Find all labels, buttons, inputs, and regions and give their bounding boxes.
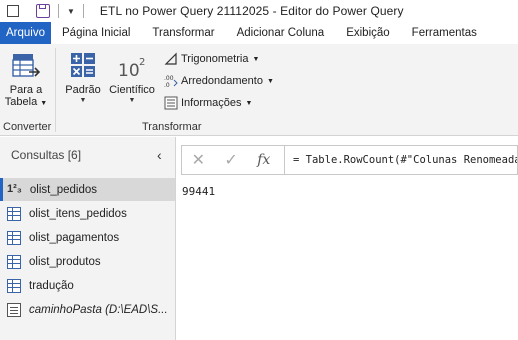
svg-text:2: 2 — [139, 57, 145, 68]
formula-bar: ✕ ✓ fx = Table.RowCount(#"Colunas Renome… — [181, 145, 518, 175]
svg-text:.0: .0 — [164, 82, 170, 88]
query-item-traducao[interactable]: tradução — [0, 274, 175, 297]
query-item-caminho-pasta[interactable]: caminhoPasta (D:\EAD\S... — [0, 298, 175, 321]
trigonometria-label: Trigonometria — [181, 53, 249, 65]
query-item-olist-produtos[interactable]: olist_produtos — [0, 250, 175, 273]
svg-text:.00: .00 — [164, 75, 174, 82]
main-area: ✕ ✓ fx = Table.RowCount(#"Colunas Renome… — [177, 137, 518, 340]
cientifico-button[interactable]: 10 2 Científico ▼ — [106, 50, 158, 105]
title-separator — [58, 4, 59, 18]
tab-transformar[interactable]: Transformar — [141, 22, 225, 44]
query-item-label: olist_produtos — [29, 255, 101, 268]
number-icon: 1²₃ — [7, 182, 22, 195]
cientifico-dropdown-icon: ▼ — [128, 97, 136, 104]
triangle-icon — [164, 52, 177, 65]
para-tabela-label-2: Tabela ▼ — [4, 96, 48, 108]
scalar-result-value: 99441 — [182, 185, 216, 198]
title-bar: ▼ ETL no Power Query 21112025 - Editor d… — [0, 0, 518, 22]
exponent-icon: 10 2 — [118, 57, 145, 81]
fx-icon[interactable]: fx — [247, 152, 280, 168]
ribbon-tabs: Arquivo Página Inicial Transformar Adici… — [0, 22, 518, 44]
table-icon — [7, 254, 21, 269]
app-icon — [6, 4, 20, 18]
save-icon[interactable] — [36, 4, 50, 18]
svg-text:10: 10 — [118, 61, 140, 81]
to-table-icon — [12, 54, 41, 77]
ribbon: Para a Tabela ▼ Converter Padrão ▼ 10 2 … — [0, 44, 518, 136]
para-tabela-label-1: Para a — [9, 84, 43, 96]
query-item-label: caminhoPasta (D:\EAD\S... — [29, 303, 168, 316]
group-label-converter: Converter — [3, 121, 52, 133]
query-item-label: olist_pagamentos — [29, 231, 120, 244]
informacoes-dropdown-icon: ▼ — [245, 99, 253, 107]
informacoes-button[interactable]: Informações ▼ — [164, 94, 252, 112]
collapse-pane-chevron-icon[interactable]: ‹ — [157, 147, 162, 163]
para-tabela-button[interactable]: Para a Tabela ▼ — [4, 50, 48, 110]
query-item-olist-pagamentos[interactable]: olist_pagamentos — [0, 226, 175, 249]
arredondamento-dropdown-icon: ▼ — [266, 77, 274, 85]
queries-pane-header: Consultas [6] — [11, 148, 82, 162]
trigonometria-dropdown-icon: ▼ — [252, 55, 260, 63]
trigonometria-button[interactable]: Trigonometria ▼ — [164, 50, 259, 68]
group-separator — [55, 48, 56, 132]
cientifico-label: Científico — [109, 84, 155, 96]
calculator-icon — [71, 53, 95, 77]
quick-access-dropdown-icon[interactable]: ▼ — [67, 7, 75, 16]
tab-exibicao[interactable]: Exibição — [335, 22, 400, 44]
tab-adicionar-coluna[interactable]: Adicionar Coluna — [226, 22, 336, 44]
query-item-olist-itens-pedidos[interactable]: olist_itens_pedidos — [0, 202, 175, 225]
table-icon — [7, 206, 21, 221]
tab-pagina-inicial[interactable]: Página Inicial — [51, 22, 141, 44]
rounding-icon: .00 .0 — [164, 75, 178, 88]
padrao-label: Padrão — [65, 84, 101, 96]
padrao-dropdown-icon: ▼ — [79, 97, 87, 104]
parameter-icon — [7, 302, 21, 317]
padrao-button[interactable]: Padrão ▼ — [62, 50, 104, 105]
cancel-x-icon[interactable]: ✕ — [182, 150, 215, 170]
arredondamento-label: Arredondamento — [181, 75, 263, 87]
tab-arquivo[interactable]: Arquivo — [0, 22, 51, 44]
title-separator-2 — [82, 4, 84, 18]
confirm-check-icon[interactable]: ✓ — [215, 150, 248, 170]
window-title: ETL no Power Query 21112025 - Editor do … — [99, 4, 404, 18]
formula-input[interactable]: = Table.RowCount(#"Colunas Renomeadas") — [293, 154, 517, 166]
query-item-label: olist_itens_pedidos — [29, 207, 127, 220]
table-icon — [7, 230, 21, 245]
informacoes-label: Informações — [181, 97, 242, 109]
queries-pane: Consultas [6] ‹ 1²₃ olist_pedidos olist_… — [0, 137, 176, 340]
query-item-label: olist_pedidos — [29, 183, 98, 196]
tab-ferramentas[interactable]: Ferramentas — [401, 22, 488, 44]
arredondamento-button[interactable]: .00 .0 Arredondamento ▼ — [164, 72, 274, 90]
formula-bar-separator — [284, 145, 286, 175]
group-label-transformar: Transformar — [142, 121, 202, 133]
information-icon — [164, 96, 178, 110]
query-item-label: tradução — [29, 279, 74, 292]
query-item-olist-pedidos[interactable]: 1²₃ olist_pedidos — [0, 178, 175, 201]
table-icon — [7, 278, 21, 293]
